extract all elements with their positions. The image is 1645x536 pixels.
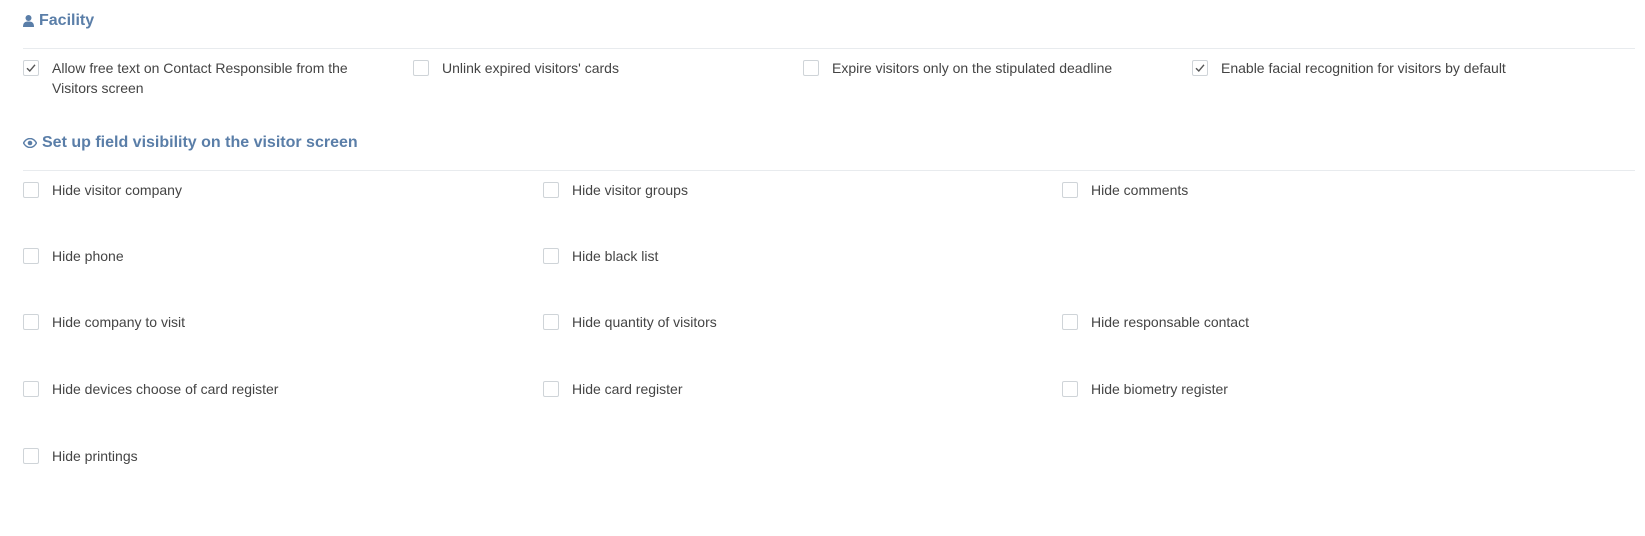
checkbox[interactable] xyxy=(23,381,39,397)
checkbox[interactable] xyxy=(1062,314,1078,330)
checkbox[interactable] xyxy=(23,314,39,330)
check-icon xyxy=(1195,64,1205,73)
visibility-title: Set up field visibility on the visitor s… xyxy=(42,134,358,151)
option-label: Enable facial recognition for visitors b… xyxy=(1221,60,1506,76)
checkbox[interactable] xyxy=(803,60,819,76)
option-hide-printings[interactable]: Hide printings xyxy=(23,446,138,466)
option-label: Hide quantity of visitors xyxy=(572,314,717,330)
visibility-section-title: Set up field visibility on the visitor s… xyxy=(23,134,358,152)
option-label: Hide comments xyxy=(1091,182,1189,198)
option-expire-on-deadline[interactable]: Expire visitors only on the stipulated d… xyxy=(803,58,1163,78)
option-label: Hide phone xyxy=(52,248,124,264)
checkbox[interactable] xyxy=(23,448,39,464)
checkbox[interactable] xyxy=(1062,381,1078,397)
checkbox[interactable] xyxy=(23,60,39,76)
option-hide-responsable-contact[interactable]: Hide responsable contact xyxy=(1062,312,1249,332)
option-label: Hide visitor company xyxy=(52,182,182,198)
check-icon xyxy=(26,64,36,73)
facility-section-title: Facility xyxy=(23,12,94,30)
checkbox[interactable] xyxy=(1062,182,1078,198)
option-label: Unlink expired visitors' cards xyxy=(442,60,619,76)
option-hide-quantity-of-visitors[interactable]: Hide quantity of visitors xyxy=(543,312,717,332)
option-allow-free-text-contact-responsible[interactable]: Allow free text on Contact Responsible f… xyxy=(23,58,383,98)
facility-title: Facility xyxy=(39,12,95,29)
checkbox[interactable] xyxy=(23,182,39,198)
option-label: Hide card register xyxy=(572,381,683,397)
option-label: Allow free text on Contact Responsible f… xyxy=(52,60,348,96)
option-label: Hide black list xyxy=(572,248,659,264)
checkbox[interactable] xyxy=(1192,60,1208,76)
option-hide-card-register[interactable]: Hide card register xyxy=(543,379,683,399)
checkbox[interactable] xyxy=(413,60,429,76)
option-hide-company-to-visit[interactable]: Hide company to visit xyxy=(23,312,185,332)
option-label: Expire visitors only on the stipulated d… xyxy=(832,60,1113,76)
checkbox[interactable] xyxy=(543,314,559,330)
option-hide-visitor-company[interactable]: Hide visitor company xyxy=(23,180,182,200)
option-hide-biometry-register[interactable]: Hide biometry register xyxy=(1062,379,1228,399)
user-icon xyxy=(23,15,34,27)
checkbox[interactable] xyxy=(543,182,559,198)
option-enable-facial-recognition[interactable]: Enable facial recognition for visitors b… xyxy=(1192,58,1592,78)
option-hide-black-list[interactable]: Hide black list xyxy=(543,246,658,266)
option-hide-phone[interactable]: Hide phone xyxy=(23,246,124,266)
option-hide-visitor-groups[interactable]: Hide visitor groups xyxy=(543,180,688,200)
option-hide-comments[interactable]: Hide comments xyxy=(1062,180,1188,200)
option-label: Hide devices choose of card register xyxy=(52,381,279,397)
option-hide-devices-choose-card-register[interactable]: Hide devices choose of card register xyxy=(23,379,278,399)
option-label: Hide responsable contact xyxy=(1091,314,1249,330)
option-label: Hide company to visit xyxy=(52,314,186,330)
option-unlink-expired-cards[interactable]: Unlink expired visitors' cards xyxy=(413,58,773,78)
eye-icon xyxy=(23,138,37,148)
checkbox[interactable] xyxy=(23,248,39,264)
divider xyxy=(23,170,1635,171)
option-label: Hide biometry register xyxy=(1091,381,1228,397)
option-label: Hide printings xyxy=(52,448,138,464)
divider xyxy=(23,48,1635,49)
checkbox[interactable] xyxy=(543,248,559,264)
option-label: Hide visitor groups xyxy=(572,182,688,198)
checkbox[interactable] xyxy=(543,381,559,397)
